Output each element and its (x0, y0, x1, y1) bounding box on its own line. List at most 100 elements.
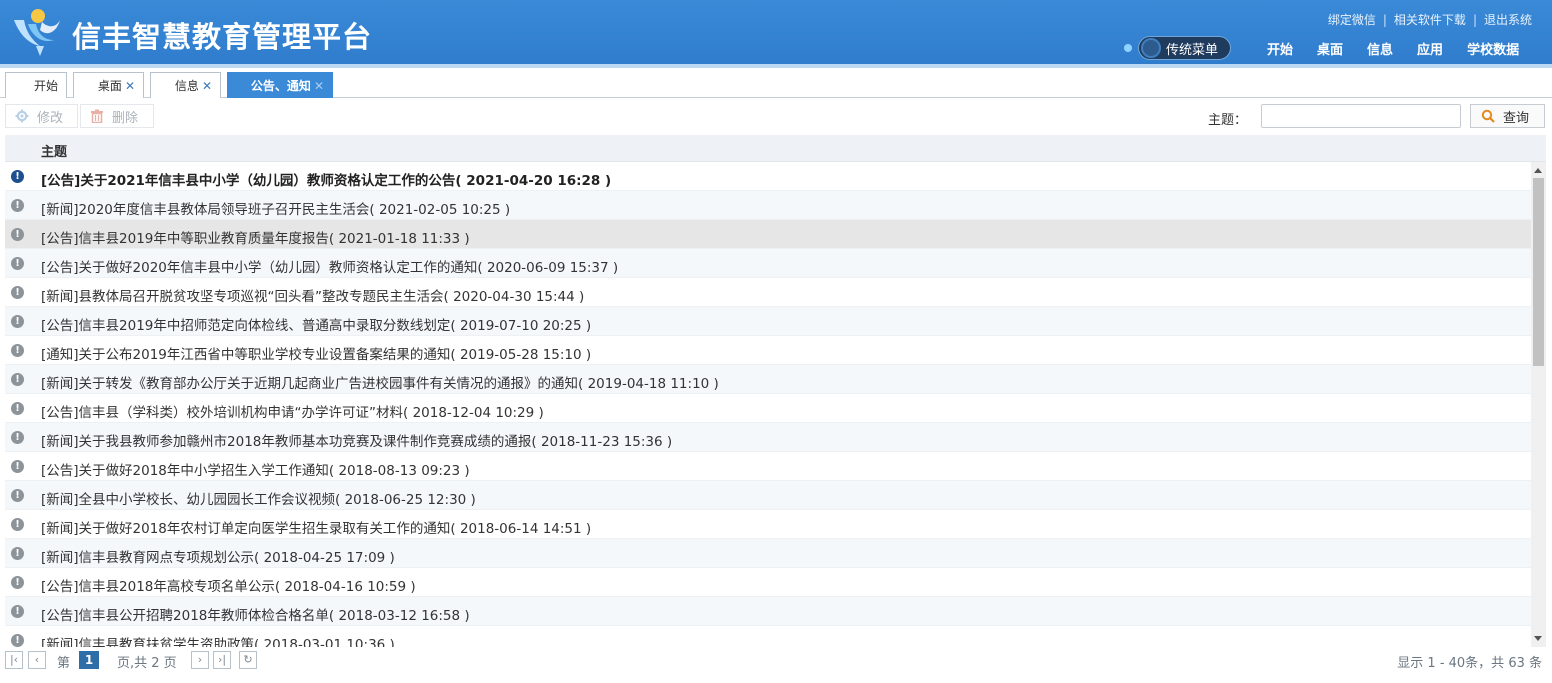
close-icon[interactable]: ✕ (125, 79, 135, 93)
gear-icon (15, 109, 29, 123)
prev-page-icon[interactable]: ‹ (28, 651, 46, 669)
toolbar: 修改 删除 主题： 查询 (0, 100, 1552, 132)
vertical-scrollbar[interactable] (1531, 162, 1546, 647)
edit-button[interactable]: 修改 (5, 104, 78, 128)
current-page-input[interactable]: 1 (79, 651, 99, 669)
page-prefix: 第 (57, 656, 71, 671)
record-summary: 显示 1 - 40条，共 63 条 (1397, 656, 1542, 671)
table-row[interactable]: ! [新闻]县教体局召开脱贫攻坚专项巡视“回头看”整改专题民主生活会( 2020-… (5, 278, 1531, 307)
scroll-down-icon[interactable] (1534, 636, 1542, 641)
table-row[interactable]: ! [公告]信丰县2018年高校专项名单公示( 2018-04-16 10:59 … (5, 568, 1531, 597)
classic-menu-toggle[interactable]: 传统菜单 (1138, 36, 1231, 60)
info-icon: ! (11, 344, 24, 357)
row-title[interactable]: [新闻]关于转发《教育部办公厅关于近期几起商业广告进校园事件有关情况的通报》的通… (41, 372, 719, 392)
indicator-dot-icon (1124, 44, 1132, 52)
important-info-icon: ! (11, 170, 24, 183)
search-label: 主题： (1208, 113, 1248, 128)
info-icon: ! (11, 199, 24, 212)
row-title[interactable]: [新闻]关于我县教师参加赣州市2018年教师基本功竞赛及课件制作竞赛成绩的通报(… (41, 430, 672, 450)
row-title[interactable]: [公告]关于做好2020年信丰县中小学（幼儿园）教师资格认定工作的通知( 202… (41, 256, 618, 276)
row-title[interactable]: [新闻]2020年度信丰县教体局领导班子召开民主生活会( 2021-02-05 … (41, 198, 510, 218)
row-title[interactable]: [公告]关于2021年信丰县中小学（幼儿园）教师资格认定工作的公告( 2021-… (41, 169, 611, 189)
scroll-thumb[interactable] (1533, 178, 1544, 366)
nav-item-start[interactable]: 开始 (1255, 40, 1305, 62)
table-row[interactable]: ! [新闻]关于转发《教育部办公厅关于近期几起商业广告进校园事件有关情况的通报》的… (5, 365, 1531, 394)
nav-item-school-data[interactable]: 学校数据 (1455, 40, 1531, 62)
table-row[interactable]: ! [公告]信丰县2019年中招师范定向体检线、普通高中录取分数线划定( 2019… (5, 307, 1531, 336)
first-page-icon[interactable]: |‹ (5, 651, 23, 669)
tab-info[interactable]: 信息 ✕ (150, 72, 221, 98)
row-title[interactable]: [通知]关于公布2019年江西省中等职业学校专业设置备案结果的通知( 2019-… (41, 343, 591, 363)
row-title[interactable]: [新闻]信丰县教育网点专项规划公示( 2018-04-25 17:09 ) (41, 546, 395, 566)
row-title[interactable]: [公告]信丰县2019年中等职业教育质量年度报告( 2021-01-18 11:… (41, 227, 470, 247)
refresh-icon[interactable]: ↻ (239, 651, 257, 669)
software-download-link[interactable]: 相关软件下载 (1394, 11, 1466, 28)
app-title: 信丰智慧教育管理平台 (72, 20, 373, 54)
row-title[interactable]: [公告]信丰县2019年中招师范定向体检线、普通高中录取分数线划定( 2019-… (41, 314, 591, 334)
table-row[interactable]: ! [新闻]关于做好2018年农村订单定向医学生招生录取有关工作的通知( 2018… (5, 510, 1531, 539)
column-header-subject[interactable]: 主题 (41, 141, 67, 160)
info-icon: ! (11, 489, 24, 502)
row-title[interactable]: [新闻]信丰县教育扶贫学生资助政策( 2018-03-01 10:36 ) (41, 633, 395, 647)
info-icon: ! (11, 315, 24, 328)
table-row[interactable]: ! [新闻]信丰县教育网点专项规划公示( 2018-04-25 17:09 ) (5, 539, 1531, 568)
top-links: 绑定微信 | 相关软件下载 | 退出系统 (1328, 11, 1532, 28)
info-icon: ! (11, 373, 24, 386)
table-row[interactable]: ! [公告]关于做好2018年中小学招生入学工作通知( 2018-08-13 09… (5, 452, 1531, 481)
logo-icon (14, 9, 60, 56)
tab-label: 信息 (174, 79, 199, 93)
row-title[interactable]: [公告]关于做好2018年中小学招生入学工作通知( 2018-08-13 09:… (41, 459, 470, 479)
tab-label: 桌面 (97, 79, 122, 93)
info-icon: ! (11, 605, 24, 618)
row-title[interactable]: [新闻]全县中小学校长、幼儿园园长工作会议视频( 2018-06-25 12:3… (41, 488, 476, 508)
nav-item-desktop[interactable]: 桌面 (1305, 40, 1355, 62)
table-row[interactable]: ! [公告]信丰县公开招聘2018年教师体检合格名单( 2018-03-12 16… (5, 597, 1531, 626)
last-page-icon[interactable]: ›| (213, 651, 231, 669)
table-row[interactable]: ! [新闻]关于我县教师参加赣州市2018年教师基本功竞赛及课件制作竞赛成绩的通报… (5, 423, 1531, 452)
table-row[interactable]: ! [新闻]信丰县教育扶贫学生资助政策( 2018-03-01 10:36 ) (5, 626, 1531, 647)
tab-start[interactable]: 开始 (5, 72, 67, 98)
grid-header: 主题 (5, 135, 1546, 162)
delete-label: 删除 (112, 110, 139, 126)
row-title[interactable]: [公告]信丰县公开招聘2018年教师体检合格名单( 2018-03-12 16:… (41, 604, 470, 624)
tab-announcements[interactable]: 公告、通知 ✕ (227, 72, 333, 98)
subject-search-input[interactable] (1261, 104, 1461, 128)
info-icon: ! (11, 286, 24, 299)
info-icon: ! (11, 634, 24, 647)
row-title[interactable]: [新闻]关于做好2018年农村订单定向医学生招生录取有关工作的通知( 2018-… (41, 517, 591, 537)
close-icon[interactable]: ✕ (202, 79, 212, 93)
table-row[interactable]: ! [通知]关于公布2019年江西省中等职业学校专业设置备案结果的通知( 2019… (5, 336, 1531, 365)
row-title[interactable]: [公告]信丰县（学科类）校外培训机构申请“办学许可证”材料( 2018-12-0… (41, 401, 544, 421)
table-row[interactable]: ! [新闻]全县中小学校长、幼儿园园长工作会议视频( 2018-06-25 12:… (5, 481, 1531, 510)
bind-wechat-link[interactable]: 绑定微信 (1328, 11, 1376, 28)
info-icon: ! (11, 257, 24, 270)
info-icon: ! (11, 460, 24, 473)
logout-link[interactable]: 退出系统 (1484, 11, 1532, 28)
nav-item-apps[interactable]: 应用 (1405, 40, 1455, 62)
table-row[interactable]: ! [公告]信丰县（学科类）校外培训机构申请“办学许可证”材料( 2018-12-… (5, 394, 1531, 423)
announcement-list: ! [公告]关于2021年信丰县中小学（幼儿园）教师资格认定工作的公告( 2021… (5, 162, 1546, 647)
top-header: 信丰智慧教育管理平台 绑定微信 | 相关软件下载 | 退出系统 传统菜单 开始 … (0, 0, 1552, 66)
nav-item-info[interactable]: 信息 (1355, 40, 1405, 62)
table-row[interactable]: ! [公告]关于做好2020年信丰县中小学（幼儿园）教师资格认定工作的通知( 20… (5, 249, 1531, 278)
edit-label: 修改 (37, 110, 64, 126)
tab-desktop[interactable]: 桌面 ✕ (73, 72, 144, 98)
info-icon: ! (11, 576, 24, 589)
table-row[interactable]: ! [公告]关于2021年信丰县中小学（幼儿园）教师资格认定工作的公告( 2021… (5, 162, 1531, 191)
delete-button[interactable]: 删除 (80, 104, 154, 128)
row-title[interactable]: [新闻]县教体局召开脱贫攻坚专项巡视“回头看”整改专题民主生活会( 2020-0… (41, 285, 584, 305)
link-divider: | (1472, 12, 1477, 27)
page-total-text: 页,共 2 页 (117, 656, 177, 671)
info-icon: ! (11, 228, 24, 241)
toggle-knob-icon (1141, 38, 1161, 58)
link-divider: | (1382, 12, 1387, 27)
info-icon: ! (11, 431, 24, 444)
row-title[interactable]: [公告]信丰县2018年高校专项名单公示( 2018-04-16 10:59 ) (41, 575, 416, 595)
query-button[interactable]: 查询 (1470, 104, 1545, 128)
table-row[interactable]: ! [新闻]2020年度信丰县教体局领导班子召开民主生活会( 2021-02-05… (5, 191, 1531, 220)
next-page-icon[interactable]: › (191, 651, 209, 669)
close-icon[interactable]: ✕ (314, 79, 324, 93)
table-row[interactable]: ! [公告]信丰县2019年中等职业教育质量年度报告( 2021-01-18 11… (5, 220, 1531, 249)
scroll-up-icon[interactable] (1534, 168, 1542, 173)
tab-bar: 开始 桌面 ✕ 信息 ✕ 公告、通知 ✕ (0, 68, 1552, 98)
